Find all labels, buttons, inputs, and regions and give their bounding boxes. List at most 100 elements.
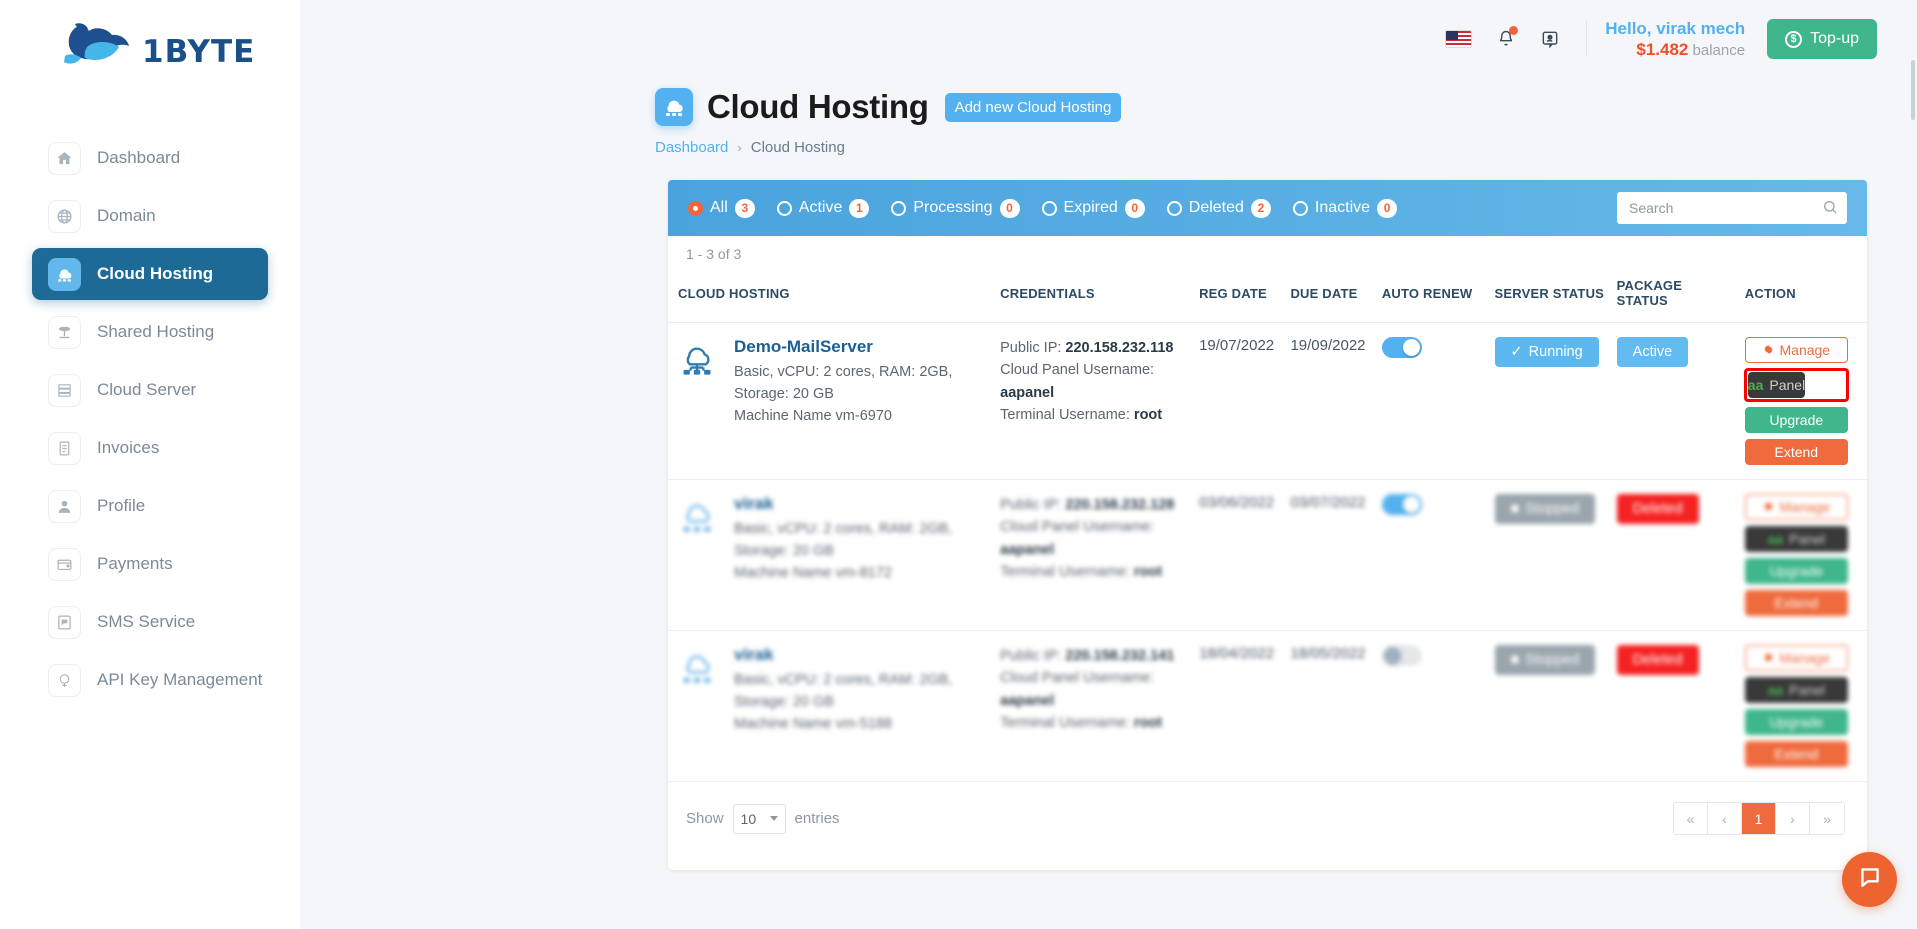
balance-label: balance (1692, 41, 1746, 59)
hosting-machine-name: Machine Name vm-8172 (734, 564, 892, 581)
breadcrumb-dashboard-link[interactable]: Dashboard (655, 139, 728, 156)
aapanel-prefix: aa (1767, 531, 1784, 547)
hosting-name[interactable]: Demo-MailServer (734, 337, 988, 357)
cell-server-status: ■ Stopped (1488, 630, 1611, 782)
filter-processing[interactable]: Processing 0 (891, 198, 1020, 218)
upgrade-button[interactable]: Upgrade (1744, 709, 1848, 735)
status-filters: All 3 Active 1 Processing 0 Expired 0 De… (688, 198, 1398, 218)
hosting-name[interactable]: virak (734, 494, 988, 514)
table-row[interactable]: Demo-MailServer Basic, vCPU: 2 cores, RA… (668, 322, 1867, 480)
cell-server-status: ✓ Running (1488, 322, 1611, 480)
aapanel-button[interactable]: aa Panel (1744, 526, 1848, 552)
manage-button[interactable]: Manage (1744, 645, 1848, 671)
cell-reg-date: 18/04/2022 (1193, 630, 1285, 782)
sidebar-item-dashboard[interactable]: Dashboard (32, 132, 268, 184)
server-status-label: Stopped (1525, 652, 1580, 668)
balance-amount: $1.482 (1636, 39, 1689, 59)
sidebar-item-label: Profile (97, 496, 146, 515)
user-greeting-block[interactable]: Hello, virak mech $1.482 balance (1605, 18, 1745, 61)
extend-button[interactable]: Extend (1744, 439, 1848, 465)
auto-renew-toggle[interactable] (1381, 337, 1422, 358)
hosting-spec: Basic, vCPU: 2 cores, RAM: 2GB, Storage:… (734, 521, 953, 559)
balance-line: $1.482 balance (1605, 39, 1745, 61)
cloud-hosting-icon (678, 494, 718, 584)
bell-icon[interactable] (1490, 23, 1522, 55)
filter-deleted[interactable]: Deleted 2 (1166, 198, 1271, 218)
topbar: Hello, virak mech $1.482 balance $ Top-u… (300, 0, 1917, 78)
server-status-badge[interactable]: ■ Stopped (1494, 645, 1596, 675)
col-action: ACTION (1738, 262, 1867, 323)
aapanel-button[interactable]: aa Panel (1744, 677, 1848, 703)
pagination-next[interactable]: › (1776, 803, 1810, 834)
hosting-spec: Basic, vCPU: 2 cores, RAM: 2GB, Storage:… (734, 672, 953, 710)
us-flag-icon[interactable] (1445, 30, 1473, 48)
pagination-page-1[interactable]: 1 (1742, 803, 1776, 834)
sidebar-item-shared-hosting[interactable]: Shared Hosting (32, 306, 268, 358)
package-status-badge[interactable]: Deleted (1616, 494, 1699, 524)
sidebar-item-label: Cloud Server (97, 380, 197, 399)
radio-icon (776, 200, 792, 216)
sidebar-item-label: Dashboard (97, 148, 181, 167)
filter-inactive[interactable]: Inactive 0 (1292, 198, 1398, 218)
top-up-button[interactable]: $ Top-up (1767, 19, 1877, 59)
extend-button[interactable]: Extend (1744, 741, 1848, 767)
entries-value: 10 (740, 810, 757, 827)
filter-count: 2 (1250, 198, 1271, 218)
chat-widget-button[interactable] (1842, 852, 1897, 907)
filter-active[interactable]: Active 1 (776, 198, 870, 218)
server-status-badge[interactable]: ✓ Running (1494, 337, 1599, 367)
package-status-badge[interactable]: Deleted (1616, 645, 1699, 675)
col-reg-date: REG DATE (1193, 262, 1285, 323)
sidebar-item-label: SMS Service (97, 612, 196, 631)
sidebar-item-profile[interactable]: Profile (32, 480, 268, 532)
cell-package-status: Deleted (1610, 479, 1739, 631)
sidebar-item-payments[interactable]: Payments (32, 538, 268, 590)
credential-terminal-username: Terminal Username: root (1000, 561, 1187, 583)
filter-expired[interactable]: Expired 0 (1041, 198, 1145, 218)
package-status-badge[interactable]: Active (1616, 337, 1689, 367)
sidebar-item-cloud-hosting[interactable]: Cloud Hosting (32, 248, 268, 300)
brand-logo[interactable]: 1BYTE (0, 0, 300, 96)
add-new-cloud-hosting-button[interactable]: Add new Cloud Hosting (944, 92, 1122, 122)
table-row[interactable]: virak Basic, vCPU: 2 cores, RAM: 2GB, St… (668, 479, 1867, 631)
credential-public-ip: Public IP: 220.158.232.128 (1000, 494, 1187, 516)
pagination-prev[interactable]: ‹ (1708, 803, 1742, 834)
pagination-first[interactable]: « (1674, 803, 1708, 834)
cell-server-status: ■ Stopped (1488, 479, 1611, 631)
entries-per-page-select[interactable]: 10 (732, 803, 786, 834)
aapanel-highlight-box: aa Panel (1743, 368, 1849, 402)
auto-renew-toggle[interactable] (1381, 494, 1422, 515)
sidebar-item-sms-service[interactable]: SMS Service (32, 596, 268, 648)
server-status-badge[interactable]: ■ Stopped (1494, 494, 1596, 524)
manage-button[interactable]: Manage (1744, 337, 1848, 363)
table-row[interactable]: virak Basic, vCPU: 2 cores, RAM: 2GB, St… (668, 630, 1867, 782)
extend-button[interactable]: Extend (1744, 590, 1848, 616)
col-due-date: DUE DATE (1284, 262, 1376, 323)
cloud-hosting-icon (48, 257, 81, 291)
search-input[interactable] (1617, 192, 1847, 224)
cell-reg-date: 19/07/2022 (1193, 322, 1285, 480)
page-scrollbar[interactable] (1911, 60, 1915, 120)
sidebar-item-label: API Key Management (97, 670, 263, 689)
user-icon (48, 489, 81, 523)
breadcrumb-separator: › (737, 140, 742, 155)
manage-button[interactable]: Manage (1744, 494, 1848, 520)
upgrade-button[interactable]: Upgrade (1744, 407, 1848, 433)
sidebar-item-invoices[interactable]: Invoices (32, 422, 268, 474)
hosting-name[interactable]: virak (734, 645, 988, 665)
sidebar-item-label: Invoices (97, 438, 160, 457)
filter-all[interactable]: All 3 (688, 198, 755, 218)
gear-icon (1763, 342, 1774, 358)
support-ticket-icon[interactable] (1534, 23, 1566, 55)
credential-panel-username: Cloud Panel Username: aapanel (1000, 516, 1187, 561)
sidebar-item-domain[interactable]: Domain (32, 190, 268, 242)
upgrade-button[interactable]: Upgrade (1744, 558, 1848, 584)
auto-renew-toggle[interactable] (1381, 645, 1422, 666)
main-content: Hello, virak mech $1.482 balance $ Top-u… (300, 0, 1917, 929)
sidebar-item-cloud-server[interactable]: Cloud Server (32, 364, 268, 416)
notification-dot (1509, 26, 1519, 35)
sidebar-item-api-key-management[interactable]: API Key Management (32, 654, 268, 706)
aapanel-button[interactable]: aa Panel (1747, 372, 1806, 398)
label: Cloud Panel Username: (1000, 362, 1155, 379)
pagination-last[interactable]: » (1810, 803, 1844, 834)
